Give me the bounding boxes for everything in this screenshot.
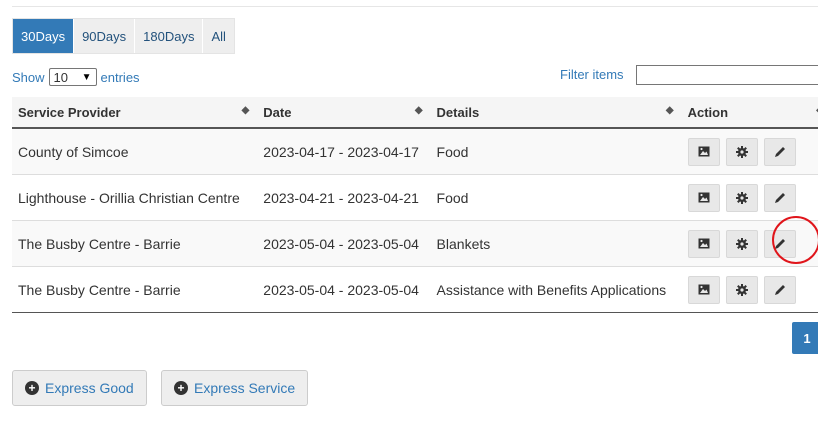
- view-image-button[interactable]: [687, 229, 720, 258]
- column-header-label: Service Provider: [18, 104, 121, 120]
- view-image-button[interactable]: [687, 275, 720, 304]
- edit-button[interactable]: [763, 229, 796, 258]
- table-row: The Busby Centre - Barrie 2023-05-04 - 2…: [12, 266, 818, 313]
- edit-button[interactable]: [763, 275, 796, 304]
- date-range-tabs: 30Days 90Days 180Days All: [12, 18, 235, 54]
- tab-all[interactable]: All: [203, 19, 234, 53]
- image-icon: [698, 284, 710, 295]
- entries-per-page-select[interactable]: 10 ▼: [48, 68, 97, 86]
- row-action-buttons: [687, 229, 818, 258]
- plus-circle-icon: +: [174, 381, 188, 395]
- express-service-button[interactable]: + Express Service: [161, 370, 309, 406]
- image-icon: [698, 146, 710, 157]
- table-row: Lighthouse - Orillia Christian Centre 20…: [12, 174, 818, 221]
- express-service-label: Express Service: [194, 380, 296, 396]
- table-header-row: Service Provider ◆ Date ◆ Details ◆ Action◆: [12, 97, 818, 129]
- cell-details: Food: [430, 127, 682, 175]
- column-header-label: Action: [687, 104, 729, 120]
- cell-date: 2023-04-21 - 2023-04-21: [257, 174, 431, 221]
- cell-action: [681, 127, 818, 175]
- entries-label: entries: [100, 69, 140, 85]
- cell-date: 2023-05-04 - 2023-05-04: [257, 266, 431, 313]
- settings-button[interactable]: [725, 275, 758, 304]
- cell-action: [681, 266, 818, 313]
- services-table: Service Provider ◆ Date ◆ Details ◆ Action◆…: [12, 97, 818, 313]
- pencil-icon: [774, 284, 785, 295]
- cell-date: 2023-04-17 - 2023-04-17: [257, 127, 431, 175]
- view-image-button[interactable]: [687, 183, 720, 212]
- row-action-buttons: [687, 275, 818, 304]
- sort-icon: ◆: [665, 105, 674, 116]
- column-header-label: Date: [263, 104, 292, 120]
- gear-icon: [735, 283, 748, 296]
- gear-icon: [735, 237, 748, 250]
- filter-input[interactable]: [636, 65, 818, 85]
- image-icon: [698, 238, 710, 249]
- cell-date: 2023-05-04 - 2023-05-04: [257, 220, 431, 267]
- column-header-details[interactable]: Details ◆: [430, 97, 682, 129]
- column-header-date[interactable]: Date ◆: [257, 97, 431, 129]
- edit-button[interactable]: [763, 183, 796, 212]
- table-row: County of Simcoe 2023-04-17 - 2023-04-17…: [12, 127, 818, 175]
- image-icon: [698, 192, 710, 203]
- pencil-icon: [774, 238, 785, 249]
- column-header-action[interactable]: Action◆: [681, 97, 818, 129]
- gear-icon: [735, 191, 748, 204]
- entries-length-control: Show 10 ▼ entries: [12, 68, 140, 86]
- sort-icon: ◆: [414, 105, 423, 116]
- top-divider: [12, 6, 818, 7]
- cell-action: [681, 220, 818, 267]
- express-good-label: Express Good: [45, 380, 134, 396]
- cell-service-provider: Lighthouse - Orillia Christian Centre: [12, 174, 258, 221]
- pencil-icon: [774, 192, 785, 203]
- cell-service-provider: The Busby Centre - Barrie: [12, 220, 258, 267]
- tab-90-days[interactable]: 90Days: [74, 19, 136, 53]
- row-action-buttons: [687, 183, 818, 212]
- cell-action: [681, 174, 818, 221]
- chevron-down-icon: ▼: [81, 71, 92, 83]
- settings-button[interactable]: [725, 183, 758, 212]
- column-header-label: Details: [436, 104, 480, 120]
- table-row: The Busby Centre - Barrie 2023-05-04 - 2…: [12, 220, 818, 267]
- cell-service-provider: County of Simcoe: [12, 127, 258, 175]
- cell-details: Assistance with Benefits Applications: [430, 266, 682, 313]
- sort-icon: ◆: [241, 105, 250, 116]
- gear-icon: [735, 145, 748, 158]
- row-action-buttons: [687, 137, 818, 166]
- show-label: Show: [12, 69, 45, 85]
- cell-service-provider: The Busby Centre - Barrie: [12, 266, 258, 313]
- tab-30-days[interactable]: 30Days: [13, 19, 75, 53]
- settings-button[interactable]: [725, 229, 758, 258]
- settings-button[interactable]: [725, 137, 758, 166]
- entries-per-page-value: 10: [53, 69, 68, 85]
- plus-circle-icon: +: [25, 381, 39, 395]
- column-header-service-provider[interactable]: Service Provider ◆: [12, 97, 258, 129]
- tab-180-days[interactable]: 180Days: [135, 19, 204, 53]
- edit-button[interactable]: [763, 137, 796, 166]
- view-image-button[interactable]: [687, 137, 720, 166]
- filter-label: Filter items: [560, 67, 624, 82]
- pencil-icon: [774, 146, 785, 157]
- pagination-page-1[interactable]: 1: [792, 322, 818, 354]
- express-good-button[interactable]: + Express Good: [12, 370, 147, 406]
- cell-details: Blankets: [430, 220, 682, 267]
- cell-details: Food: [430, 174, 682, 221]
